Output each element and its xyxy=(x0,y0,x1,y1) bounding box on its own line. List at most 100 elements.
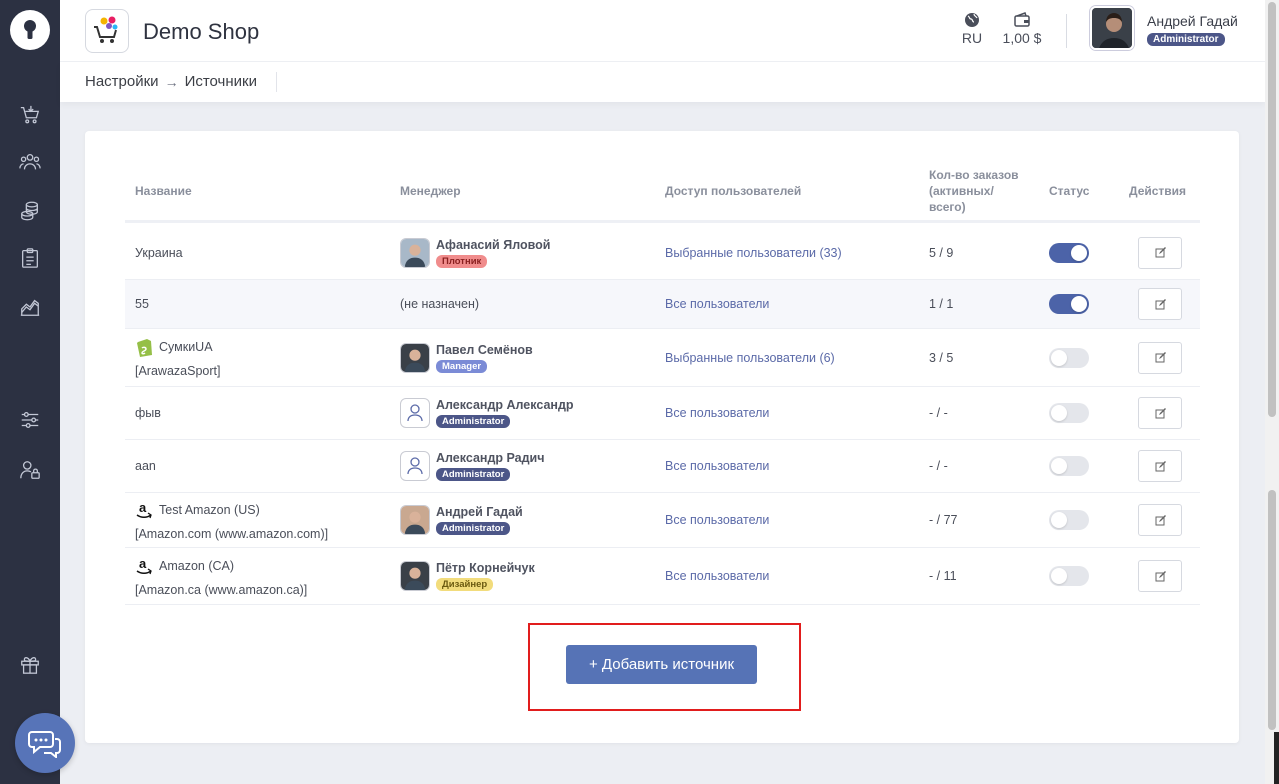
user-outline-icon xyxy=(407,457,423,475)
cell-actions xyxy=(1138,226,1182,279)
column-actions: Действия xyxy=(1129,184,1187,198)
sidebar xyxy=(0,0,60,784)
manager[interactable]: Пётр Корнейчук Дизайнер xyxy=(400,561,535,591)
cell-orders: - / - xyxy=(929,440,948,492)
cell-status xyxy=(1049,548,1089,604)
manager-avatar xyxy=(400,398,430,428)
arrow-right-icon: → xyxy=(164,73,179,90)
sidebar-item-settings[interactable] xyxy=(18,408,42,432)
manager-avatar xyxy=(400,451,430,481)
breadcrumb-current: Источники xyxy=(184,73,257,90)
source-name: 55 xyxy=(135,297,149,311)
cell-status xyxy=(1049,493,1089,547)
status-toggle[interactable] xyxy=(1049,510,1089,530)
cell-status xyxy=(1049,387,1089,439)
sidebar-item-orders[interactable] xyxy=(18,103,42,127)
access-link[interactable]: Выбранные пользователи (33) xyxy=(665,246,842,260)
app-logo[interactable] xyxy=(10,10,50,50)
status-toggle[interactable] xyxy=(1049,566,1089,586)
manager-name: Пётр Корнейчук xyxy=(436,561,535,575)
access-link[interactable]: Все пользователи xyxy=(665,297,769,311)
manager[interactable]: Андрей Гадай Administrator xyxy=(400,505,523,535)
cell-status xyxy=(1049,440,1089,492)
edit-button[interactable] xyxy=(1138,288,1182,320)
cell-manager: Павел Семёнов Manager xyxy=(400,329,533,386)
cell-access: Все пользователи xyxy=(665,493,769,547)
orders-count: - / 11 xyxy=(929,569,957,583)
scrollbar-thumb[interactable] xyxy=(1268,2,1276,417)
access-link[interactable]: Все пользователи xyxy=(665,406,769,420)
manager-name: Александр Александр xyxy=(436,398,574,412)
sidebar-item-customers[interactable] xyxy=(18,150,42,174)
source-subtitle: [Amazon.com (www.amazon.com)] xyxy=(135,526,329,541)
user-avatar[interactable] xyxy=(1090,6,1134,50)
access-link[interactable]: Все пользователи xyxy=(665,459,769,473)
add-source-button[interactable]: + Добавить источник xyxy=(566,645,757,684)
sidebar-item-gifts[interactable] xyxy=(18,652,42,676)
status-toggle[interactable] xyxy=(1049,456,1089,476)
cell-actions xyxy=(1138,280,1182,328)
globe-icon xyxy=(965,13,979,27)
users-icon xyxy=(19,154,41,170)
user-name[interactable]: Андрей Гадай xyxy=(1147,13,1238,29)
edit-button[interactable] xyxy=(1138,341,1182,374)
manager-role-badge: Administrator xyxy=(436,415,511,428)
cell-actions xyxy=(1138,548,1182,604)
edit-button[interactable] xyxy=(1138,397,1182,429)
cell-access: Все пользователи xyxy=(665,387,769,439)
status-toggle[interactable] xyxy=(1049,347,1089,368)
manager-name: Афанасий Яловой xyxy=(436,237,551,252)
access-link[interactable]: Все пользователи xyxy=(665,513,769,527)
source-name: Test Amazon (US) xyxy=(159,502,260,517)
manager[interactable]: Александр Александр Administrator xyxy=(400,398,574,428)
cell-status xyxy=(1049,280,1089,328)
cell-name: 55 xyxy=(135,280,149,328)
edit-button[interactable] xyxy=(1138,236,1182,269)
sidebar-item-tasks[interactable] xyxy=(18,246,42,270)
toggle-knob xyxy=(1051,568,1067,584)
sidebar-item-reports[interactable] xyxy=(18,295,42,319)
scrollbar-thumb-secondary[interactable] xyxy=(1268,490,1276,730)
edit-button[interactable] xyxy=(1138,560,1182,592)
keyhole-icon xyxy=(24,20,36,39)
coins-icon xyxy=(21,201,38,221)
chat-button[interactable] xyxy=(15,713,75,773)
manager[interactable]: Афанасий Яловой Плотник xyxy=(400,237,551,268)
sidebar-item-finance[interactable] xyxy=(18,199,42,223)
manager[interactable]: Александр Радич Administrator xyxy=(400,451,545,481)
manager-photo xyxy=(401,562,429,590)
column-name: Название xyxy=(135,184,192,198)
breadcrumb-settings[interactable]: Настройки xyxy=(85,73,159,90)
shop-logo[interactable] xyxy=(85,9,129,53)
breadcrumb-divider xyxy=(276,72,277,92)
balance[interactable]: 1,00 $ xyxy=(1000,12,1044,46)
manager[interactable]: Павел Семёнов Manager xyxy=(400,342,533,373)
manager-photo xyxy=(401,506,429,534)
access-link[interactable]: Выбранные пользователи (6) xyxy=(665,351,835,365)
cell-actions xyxy=(1138,329,1182,386)
cell-access: Выбранные пользователи (33) xyxy=(665,226,842,279)
table-row: 55 (не назначен) Все пользователи 1 / 1 xyxy=(125,280,1200,329)
cell-name: Украина xyxy=(135,226,183,279)
source-name-block: a Amazon (CA) [Amazon.ca (www.amazon.ca)] xyxy=(135,556,307,597)
status-toggle[interactable] xyxy=(1049,403,1089,423)
edit-button[interactable] xyxy=(1138,450,1182,482)
user-outline-icon xyxy=(407,404,423,422)
status-toggle[interactable] xyxy=(1049,294,1089,314)
language-switcher[interactable]: RU xyxy=(960,12,984,46)
table-row: aan Александр Радич Administrator Все польз… xyxy=(125,440,1200,493)
cell-manager: Андрей Гадай Administrator xyxy=(400,493,523,547)
sidebar-item-users[interactable] xyxy=(18,458,42,482)
column-manager: Менеджер xyxy=(400,184,461,198)
table-header: Название Менеджер Доступ пользователей К… xyxy=(125,159,1200,223)
source-name: Amazon (CA) xyxy=(159,558,235,573)
status-toggle[interactable] xyxy=(1049,242,1089,263)
access-link[interactable]: Все пользователи xyxy=(665,569,769,583)
cell-actions xyxy=(1138,493,1182,547)
user-role-badge: Administrator xyxy=(1147,33,1225,46)
edit-button[interactable] xyxy=(1138,504,1182,536)
orders-count: - / - xyxy=(929,459,948,473)
chart-icon xyxy=(20,299,40,316)
cell-orders: 3 / 5 xyxy=(929,329,953,386)
edit-icon xyxy=(1155,352,1166,363)
